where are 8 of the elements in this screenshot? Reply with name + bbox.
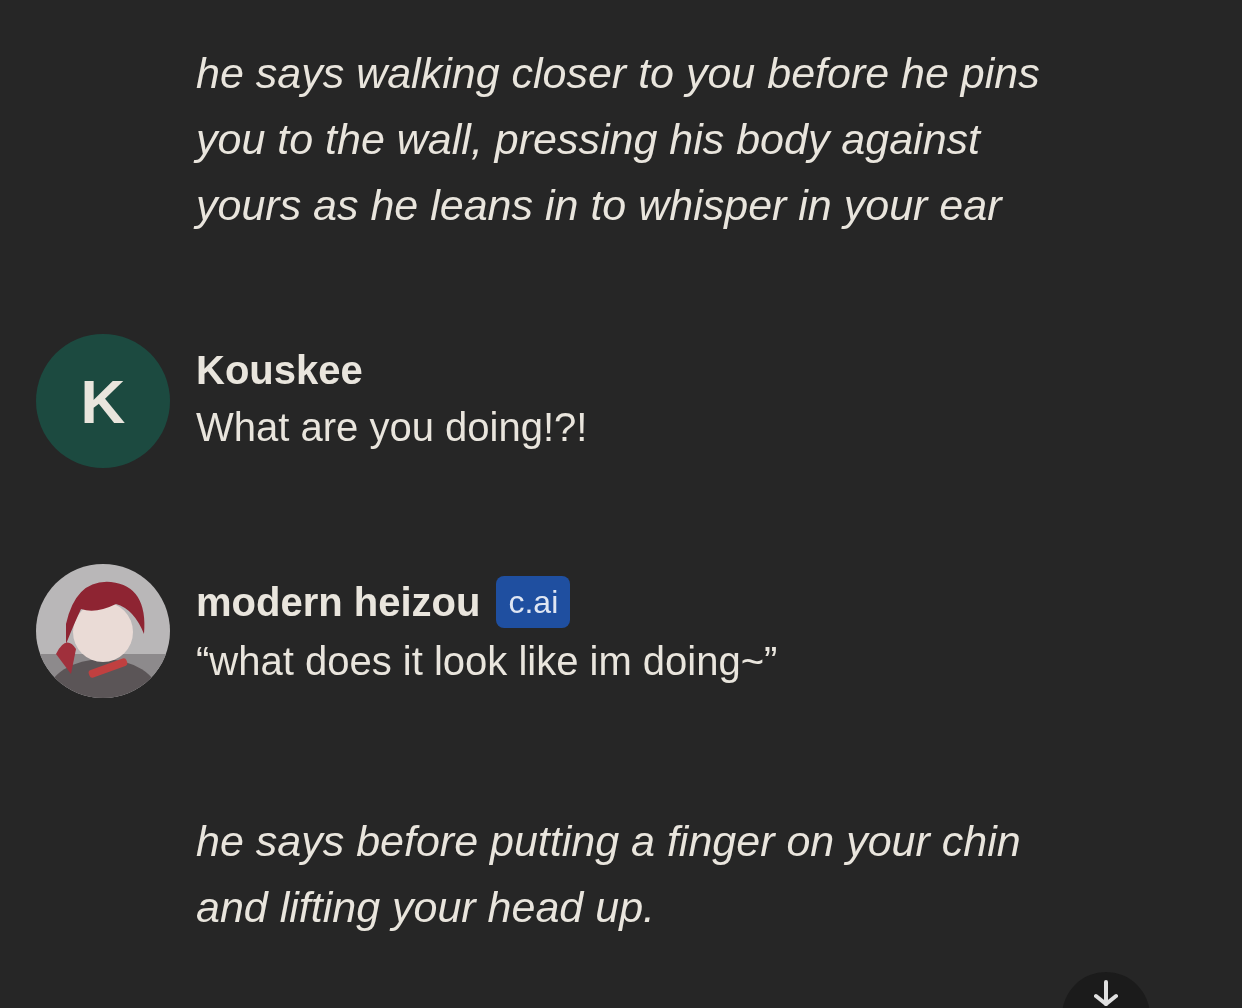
avatar: K — [36, 334, 170, 468]
message-text: What are you doing!?! — [196, 404, 589, 451]
message-text: “what does it look like im doing~” — [196, 638, 779, 685]
narration-text: he says before putting a finger on your chin and lifting your head up. — [196, 816, 1022, 933]
author-name: Kouskee — [196, 347, 363, 394]
badge-label: c.ai — [496, 576, 571, 628]
author-name: modern heizou — [196, 579, 481, 626]
arrow-down-icon — [1094, 980, 1118, 1006]
